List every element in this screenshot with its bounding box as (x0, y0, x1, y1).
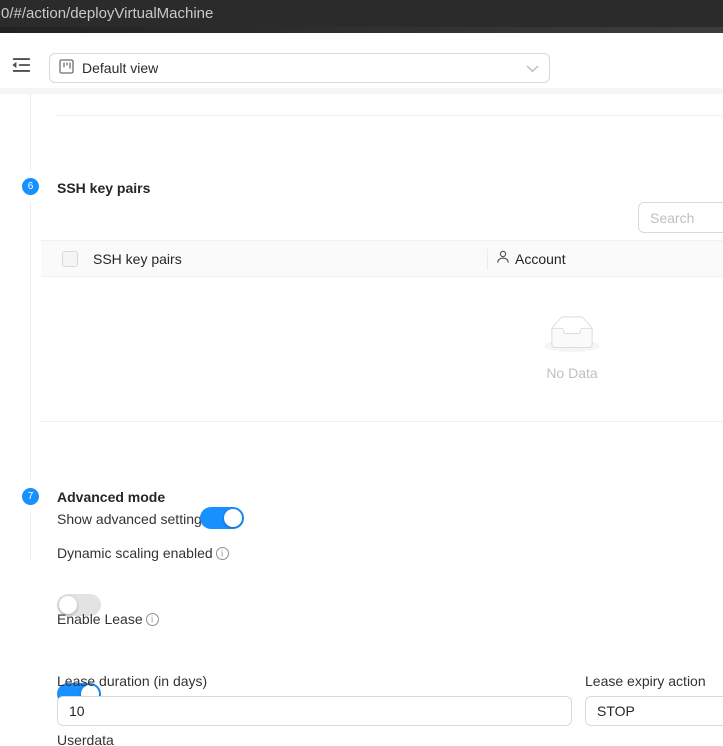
table-header-account: Account (487, 250, 566, 267)
search-input[interactable] (638, 202, 723, 233)
no-data-text: No Data (512, 365, 632, 381)
step-7-indicator: 7 (22, 488, 39, 505)
lease-expiry-value: STOP (597, 703, 635, 719)
inbox-icon (544, 339, 600, 355)
step-7-title: Advanced mode (57, 489, 165, 505)
chevron-down-icon (526, 60, 539, 76)
show-advanced-toggle[interactable] (200, 507, 244, 529)
table-header-row: SSH key pairs Account (41, 240, 723, 277)
section-divider (56, 115, 723, 116)
userdata-label: Userdata (57, 732, 114, 746)
column-label: Account (515, 251, 566, 267)
step-6-indicator: 6 (22, 178, 39, 195)
dynamic-scaling-label: Dynamic scaling enabled i (57, 545, 229, 561)
lease-duration-input[interactable] (57, 696, 572, 726)
toggle-knob (224, 509, 242, 527)
show-advanced-label: Show advanced settings (57, 511, 209, 527)
view-select-value: Default view (82, 60, 526, 76)
enable-lease-label: Enable Lease i (57, 611, 159, 627)
deploy-vm-page: 0/#/action/deployVirtualMachine (0, 0, 723, 746)
window-titlebar: 0/#/action/deployVirtualMachine (0, 0, 723, 27)
view-select[interactable]: Default view (49, 53, 550, 83)
menu-fold-icon (10, 54, 32, 79)
project-icon (59, 59, 74, 77)
table-header-sshkeypairs: SSH key pairs (41, 251, 487, 267)
lease-expiry-label: Lease expiry action (585, 673, 706, 689)
steps-line (30, 203, 31, 479)
select-all-checkbox[interactable] (62, 251, 78, 267)
step-6-title: SSH key pairs (57, 180, 150, 196)
user-icon (496, 250, 515, 267)
info-icon[interactable]: i (146, 613, 159, 626)
steps-line (30, 94, 31, 170)
steps-line (30, 513, 31, 560)
info-icon[interactable]: i (216, 547, 229, 560)
lease-duration-label: Lease duration (in days) (57, 673, 207, 689)
window-strip (0, 27, 723, 33)
titlebar-url: 0/#/action/deployVirtualMachine (0, 5, 213, 22)
lease-expiry-select[interactable]: STOP (585, 696, 723, 726)
menu-fold-button[interactable] (6, 53, 36, 80)
column-label: SSH key pairs (93, 251, 182, 267)
page-background-band (0, 88, 723, 94)
empty-state: No Data (512, 316, 632, 381)
column-separator (487, 249, 488, 270)
